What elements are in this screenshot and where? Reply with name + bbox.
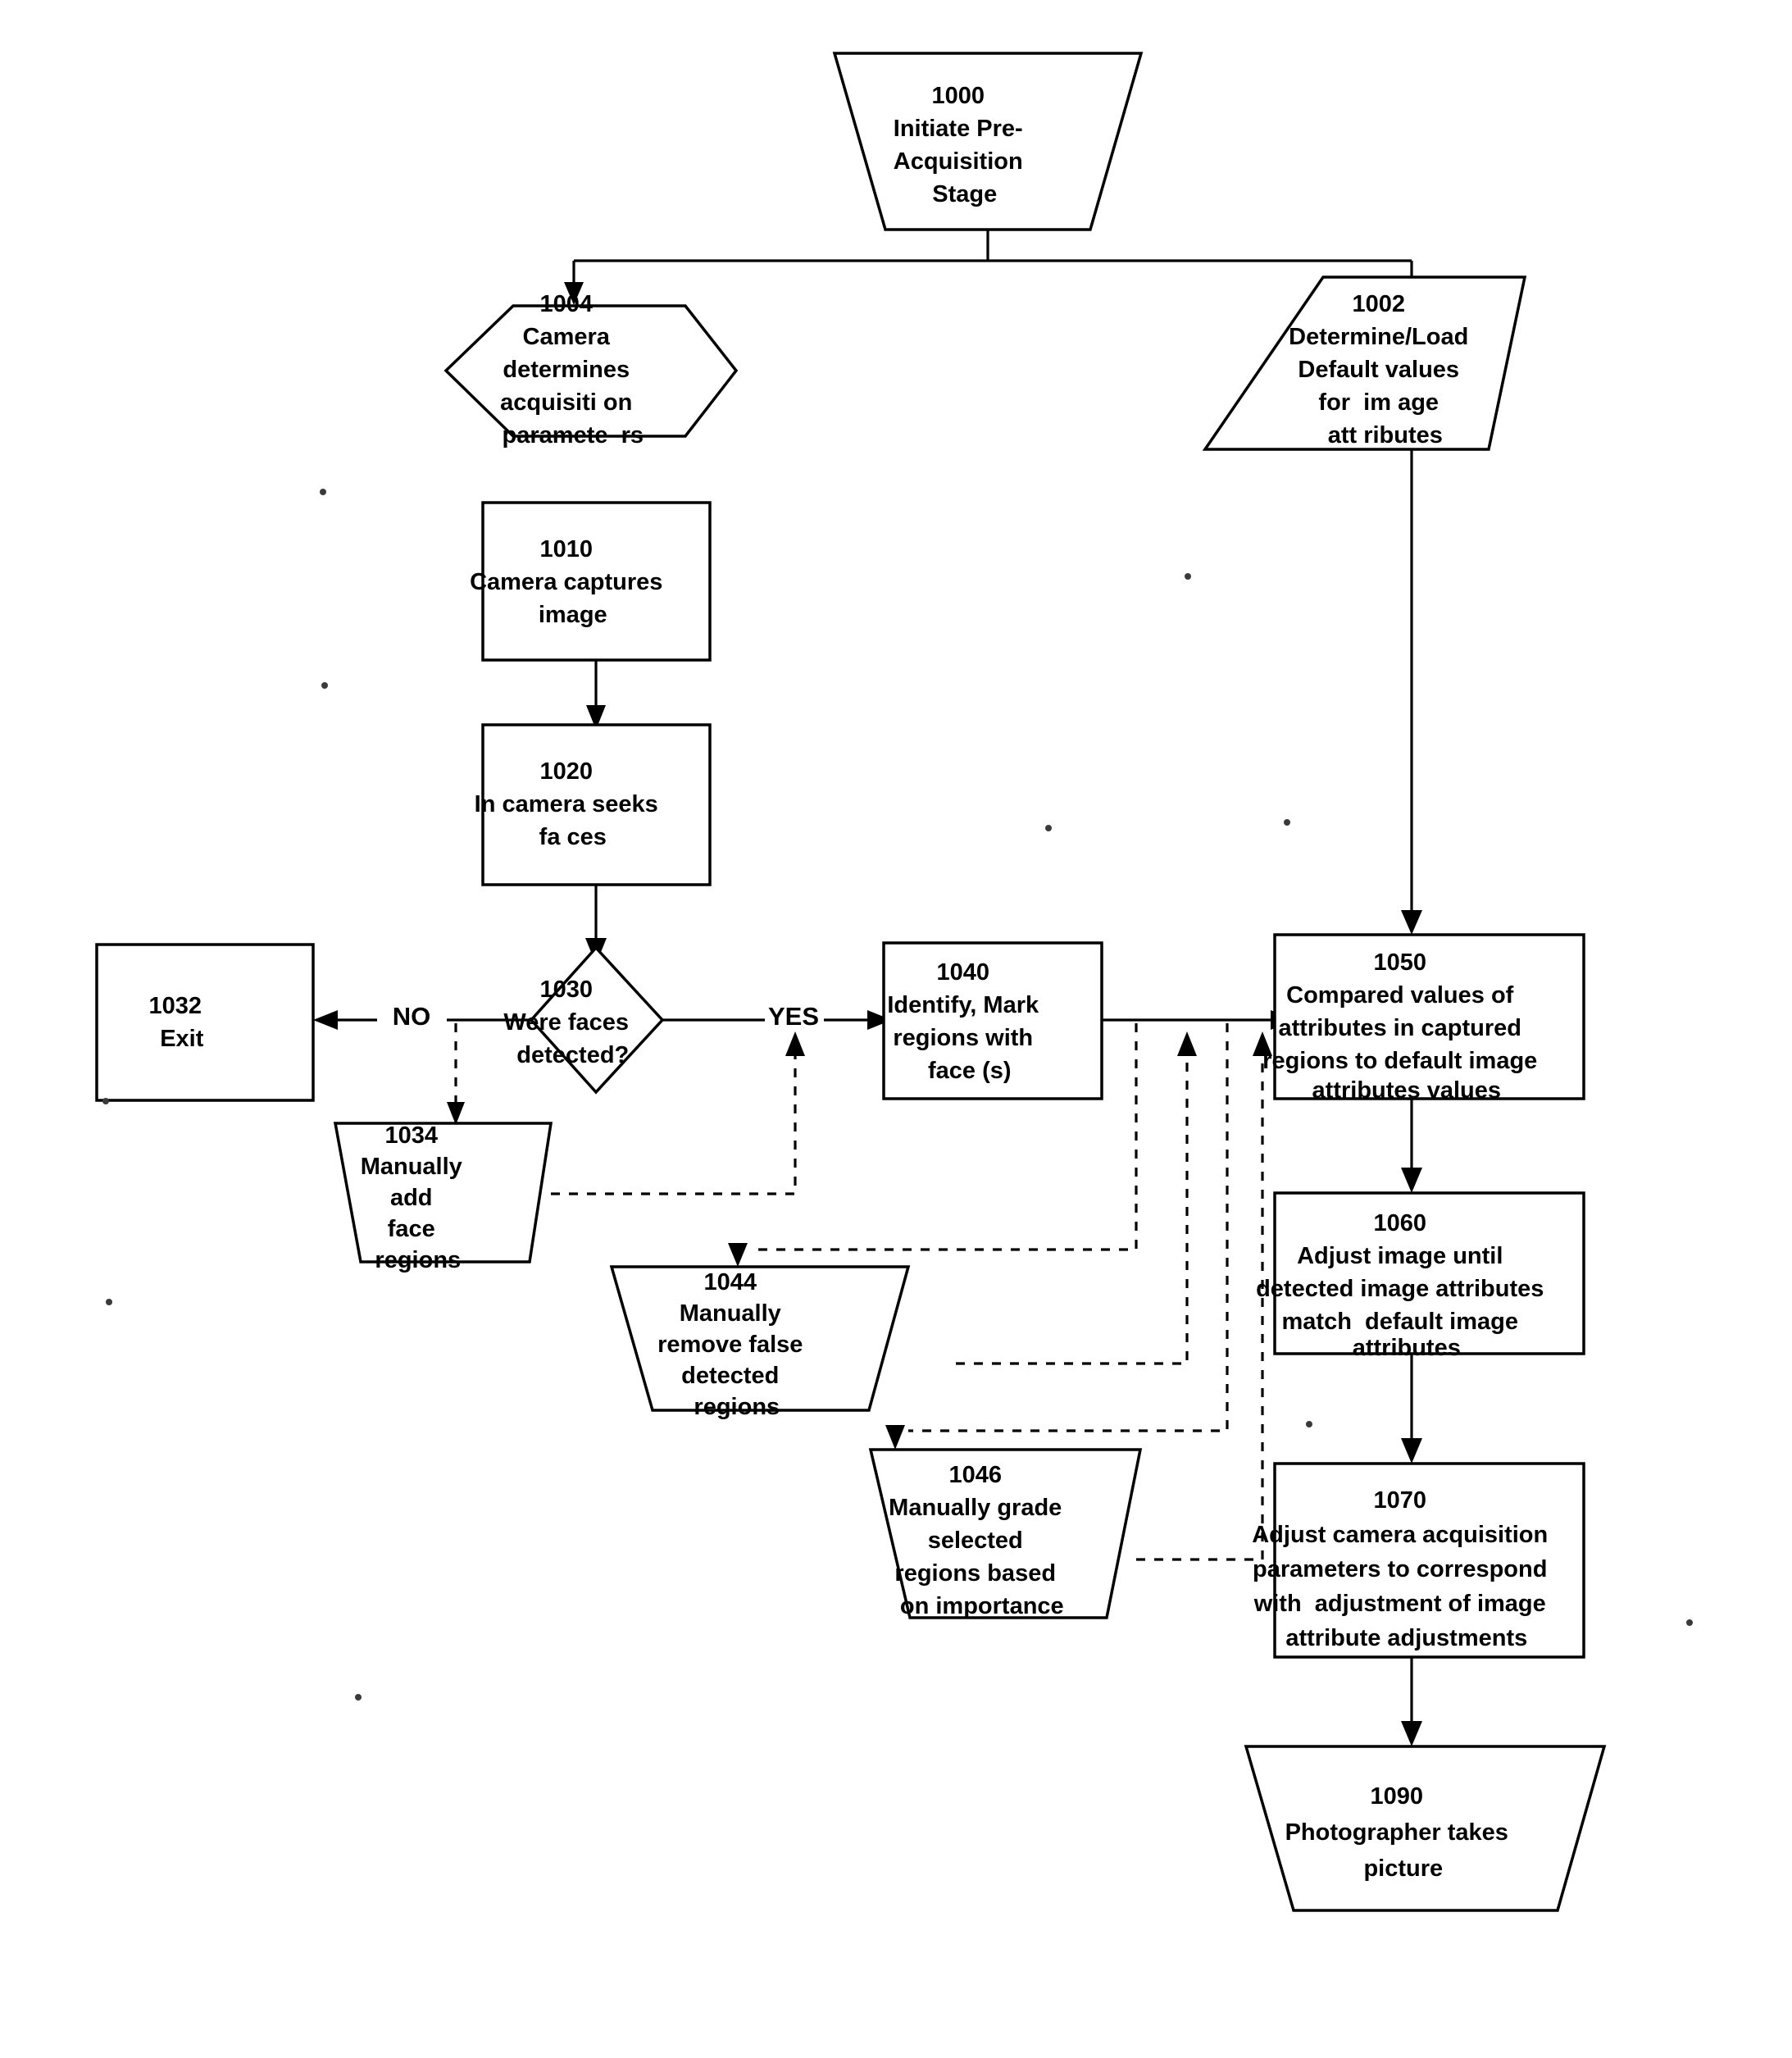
node-1060: 1060 Adjust image until detected image a… <box>0 0 1603 1361</box>
node-1050: 1050 Compared values of attributes in ca… <box>1262 933 1585 1104</box>
node-1002-label: 1002 Determine/Load Default values for i… <box>0 0 1528 448</box>
scan-speck <box>1306 1421 1312 1427</box>
arrowhead-1002-to-1050 <box>1401 910 1422 935</box>
node-1002: 1002 Determine/Load Default values for i… <box>0 0 1528 451</box>
scan-speck <box>320 489 326 495</box>
scan-speck <box>321 682 328 689</box>
arrowhead-1034-to-yes <box>785 1031 805 1056</box>
edge-label-yes: YES <box>768 1002 819 1031</box>
scan-speck <box>1185 573 1191 580</box>
connector-1046-return <box>1136 1048 1264 1561</box>
node-1032-label: 1032 Exit <box>0 0 262 1052</box>
arrowhead-1060-to-1070 <box>1401 1438 1422 1464</box>
node-1032: 1032 Exit <box>0 0 315 1102</box>
flowchart-diagram: 1000 Initiate Pre- Acquisition Stage 100… <box>0 0 1792 2058</box>
scan-speck <box>106 1299 112 1305</box>
arrowhead-to-1044 <box>728 1243 748 1267</box>
scan-speck <box>355 1694 362 1701</box>
node-1004: 1004 Camera determines acquisiti on para… <box>0 0 739 448</box>
arrowhead-no-to-1032 <box>313 1010 338 1030</box>
node-1060-label: 1060 Adjust image until detected image a… <box>0 0 1603 1361</box>
node-1000: 1000 Initiate Pre- Acquisition Stage <box>832 52 1144 231</box>
scan-speck <box>1686 1619 1693 1626</box>
arrowhead-1050-to-1060 <box>1401 1168 1422 1193</box>
scan-speck <box>102 1098 109 1104</box>
flowchart-canvas: 1000 Initiate Pre- Acquisition Stage 100… <box>0 0 1693 1912</box>
edge-label-no: NO <box>393 1002 431 1031</box>
node-1032-shape <box>95 943 315 1102</box>
node-1004-label: 1004 Camera determines acquisiti on para… <box>0 0 692 448</box>
scan-speck <box>1284 819 1290 826</box>
arrowhead-1070-to-1090 <box>1401 1721 1422 1746</box>
arrowhead-to-1046 <box>885 1425 905 1450</box>
arrowhead-1044-return <box>1177 1031 1197 1056</box>
scan-speck <box>1045 825 1052 831</box>
